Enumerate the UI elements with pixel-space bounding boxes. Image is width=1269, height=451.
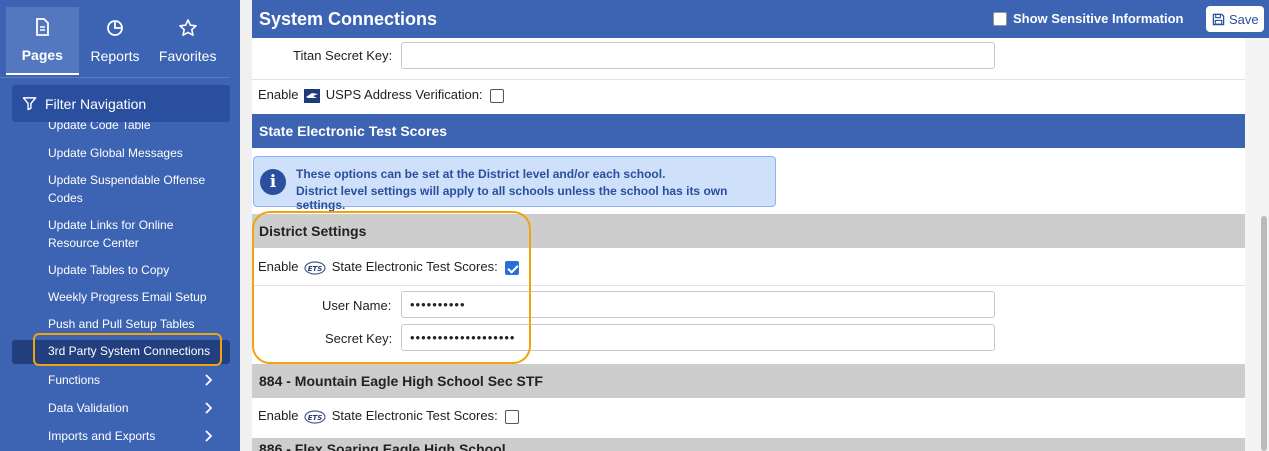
- info-line-1: These options can be set at the District…: [296, 167, 666, 181]
- tab-favorites-label: Favorites: [158, 48, 217, 64]
- filter-navigation-label: Filter Navigation: [45, 95, 147, 112]
- chevron-right-icon: [205, 374, 213, 386]
- school-886-header: 886 - Flex Soaring Eagle High School: [252, 438, 1245, 451]
- section-header-ets: State Electronic Test Scores: [252, 114, 1245, 148]
- school-884-ets-enable-prefix: Enable: [258, 408, 299, 423]
- school-884-ets-enable-label: State Electronic Test Scores:: [331, 408, 498, 423]
- page-header: System Connections Show Sensitive Inform…: [252, 0, 1269, 38]
- nav-item-imports-and-exports[interactable]: Imports and Exports: [48, 427, 223, 445]
- usps-enable-checkbox[interactable]: [490, 88, 505, 103]
- main-content: Titan Secret Key: Enable USPS Address Ve…: [252, 38, 1245, 451]
- chevron-right-icon: [205, 430, 213, 442]
- tab-pages[interactable]: Pages: [6, 7, 79, 75]
- top-nav: Pages Reports Favorites: [0, 0, 230, 78]
- usps-enable-row: Enable USPS Address Verification:: [258, 87, 505, 103]
- nav-item-update-tables-to-copy[interactable]: Update Tables to Copy: [48, 261, 223, 279]
- ets-logo-icon: ETS: [304, 409, 326, 424]
- pages-icon: [36, 18, 50, 36]
- vertical-scrollbar[interactable]: [1245, 38, 1269, 451]
- show-sensitive-toggle[interactable]: Show Sensitive Information: [993, 11, 1183, 26]
- usps-enable-prefix: Enable: [258, 87, 299, 102]
- district-settings-callout: [252, 211, 531, 364]
- divider: [252, 79, 1245, 80]
- scrollbar-thumb[interactable]: [1261, 216, 1267, 451]
- filter-navigation-button[interactable]: Filter Navigation: [12, 85, 230, 122]
- star-icon: [178, 19, 197, 36]
- chevron-right-icon: [205, 402, 213, 414]
- titan-secret-key-input[interactable]: [401, 42, 995, 69]
- sidebar: Pages Reports Favorites Update Code Tabl…: [0, 0, 240, 451]
- school-884-header: 884 - Mountain Eagle High School Sec STF: [252, 364, 1245, 398]
- nav-item-update-links-online-resource-center[interactable]: Update Links for Online Resource Center: [48, 216, 223, 252]
- floppy-disk-icon: [1212, 13, 1225, 25]
- info-callout: i These options can be set at the Distri…: [253, 156, 776, 212]
- info-line-2: District level settings will apply to al…: [296, 184, 728, 212]
- show-sensitive-checkbox[interactable]: [993, 11, 1007, 26]
- page-title: System Connections: [259, 9, 438, 29]
- sidebar-gutter: [240, 0, 252, 451]
- info-icon: i: [260, 169, 286, 195]
- school-884-ets-enable-row: Enable ETS State Electronic Test Scores:: [258, 408, 520, 424]
- tab-reports-label: Reports: [90, 48, 140, 64]
- nav-item-functions[interactable]: Functions: [48, 371, 223, 389]
- save-label: Save: [1229, 11, 1259, 27]
- nav-item-weekly-progress-email-setup[interactable]: Weekly Progress Email Setup: [48, 288, 223, 306]
- titan-secret-key-label: Titan Secret Key:: [293, 48, 393, 63]
- nav-item-data-validation[interactable]: Data Validation: [48, 399, 223, 417]
- save-button[interactable]: Save: [1206, 6, 1264, 32]
- tab-pages-label: Pages: [21, 47, 63, 63]
- nav-item-push-pull-setup-tables[interactable]: Push and Pull Setup Tables: [48, 315, 223, 333]
- school-884-ets-enable-checkbox[interactable]: [505, 409, 520, 424]
- show-sensitive-label: Show Sensitive Information: [1013, 11, 1184, 26]
- pie-chart-icon: [107, 20, 123, 36]
- usps-eagle-icon: [304, 88, 321, 103]
- tab-reports[interactable]: Reports: [79, 7, 152, 75]
- ets-badge-text: ETS: [308, 414, 323, 422]
- usps-enable-label: USPS Address Verification:: [325, 87, 483, 102]
- nav-item-update-suspendable-offense-codes[interactable]: Update Suspendable Offense Codes: [48, 171, 223, 207]
- nav-item-3rd-party-system-connections[interactable]: 3rd Party System Connections: [48, 342, 223, 360]
- filter-icon: [22, 97, 37, 111]
- nav-item-update-global-messages[interactable]: Update Global Messages: [48, 144, 223, 162]
- tab-favorites[interactable]: Favorites: [151, 7, 224, 75]
